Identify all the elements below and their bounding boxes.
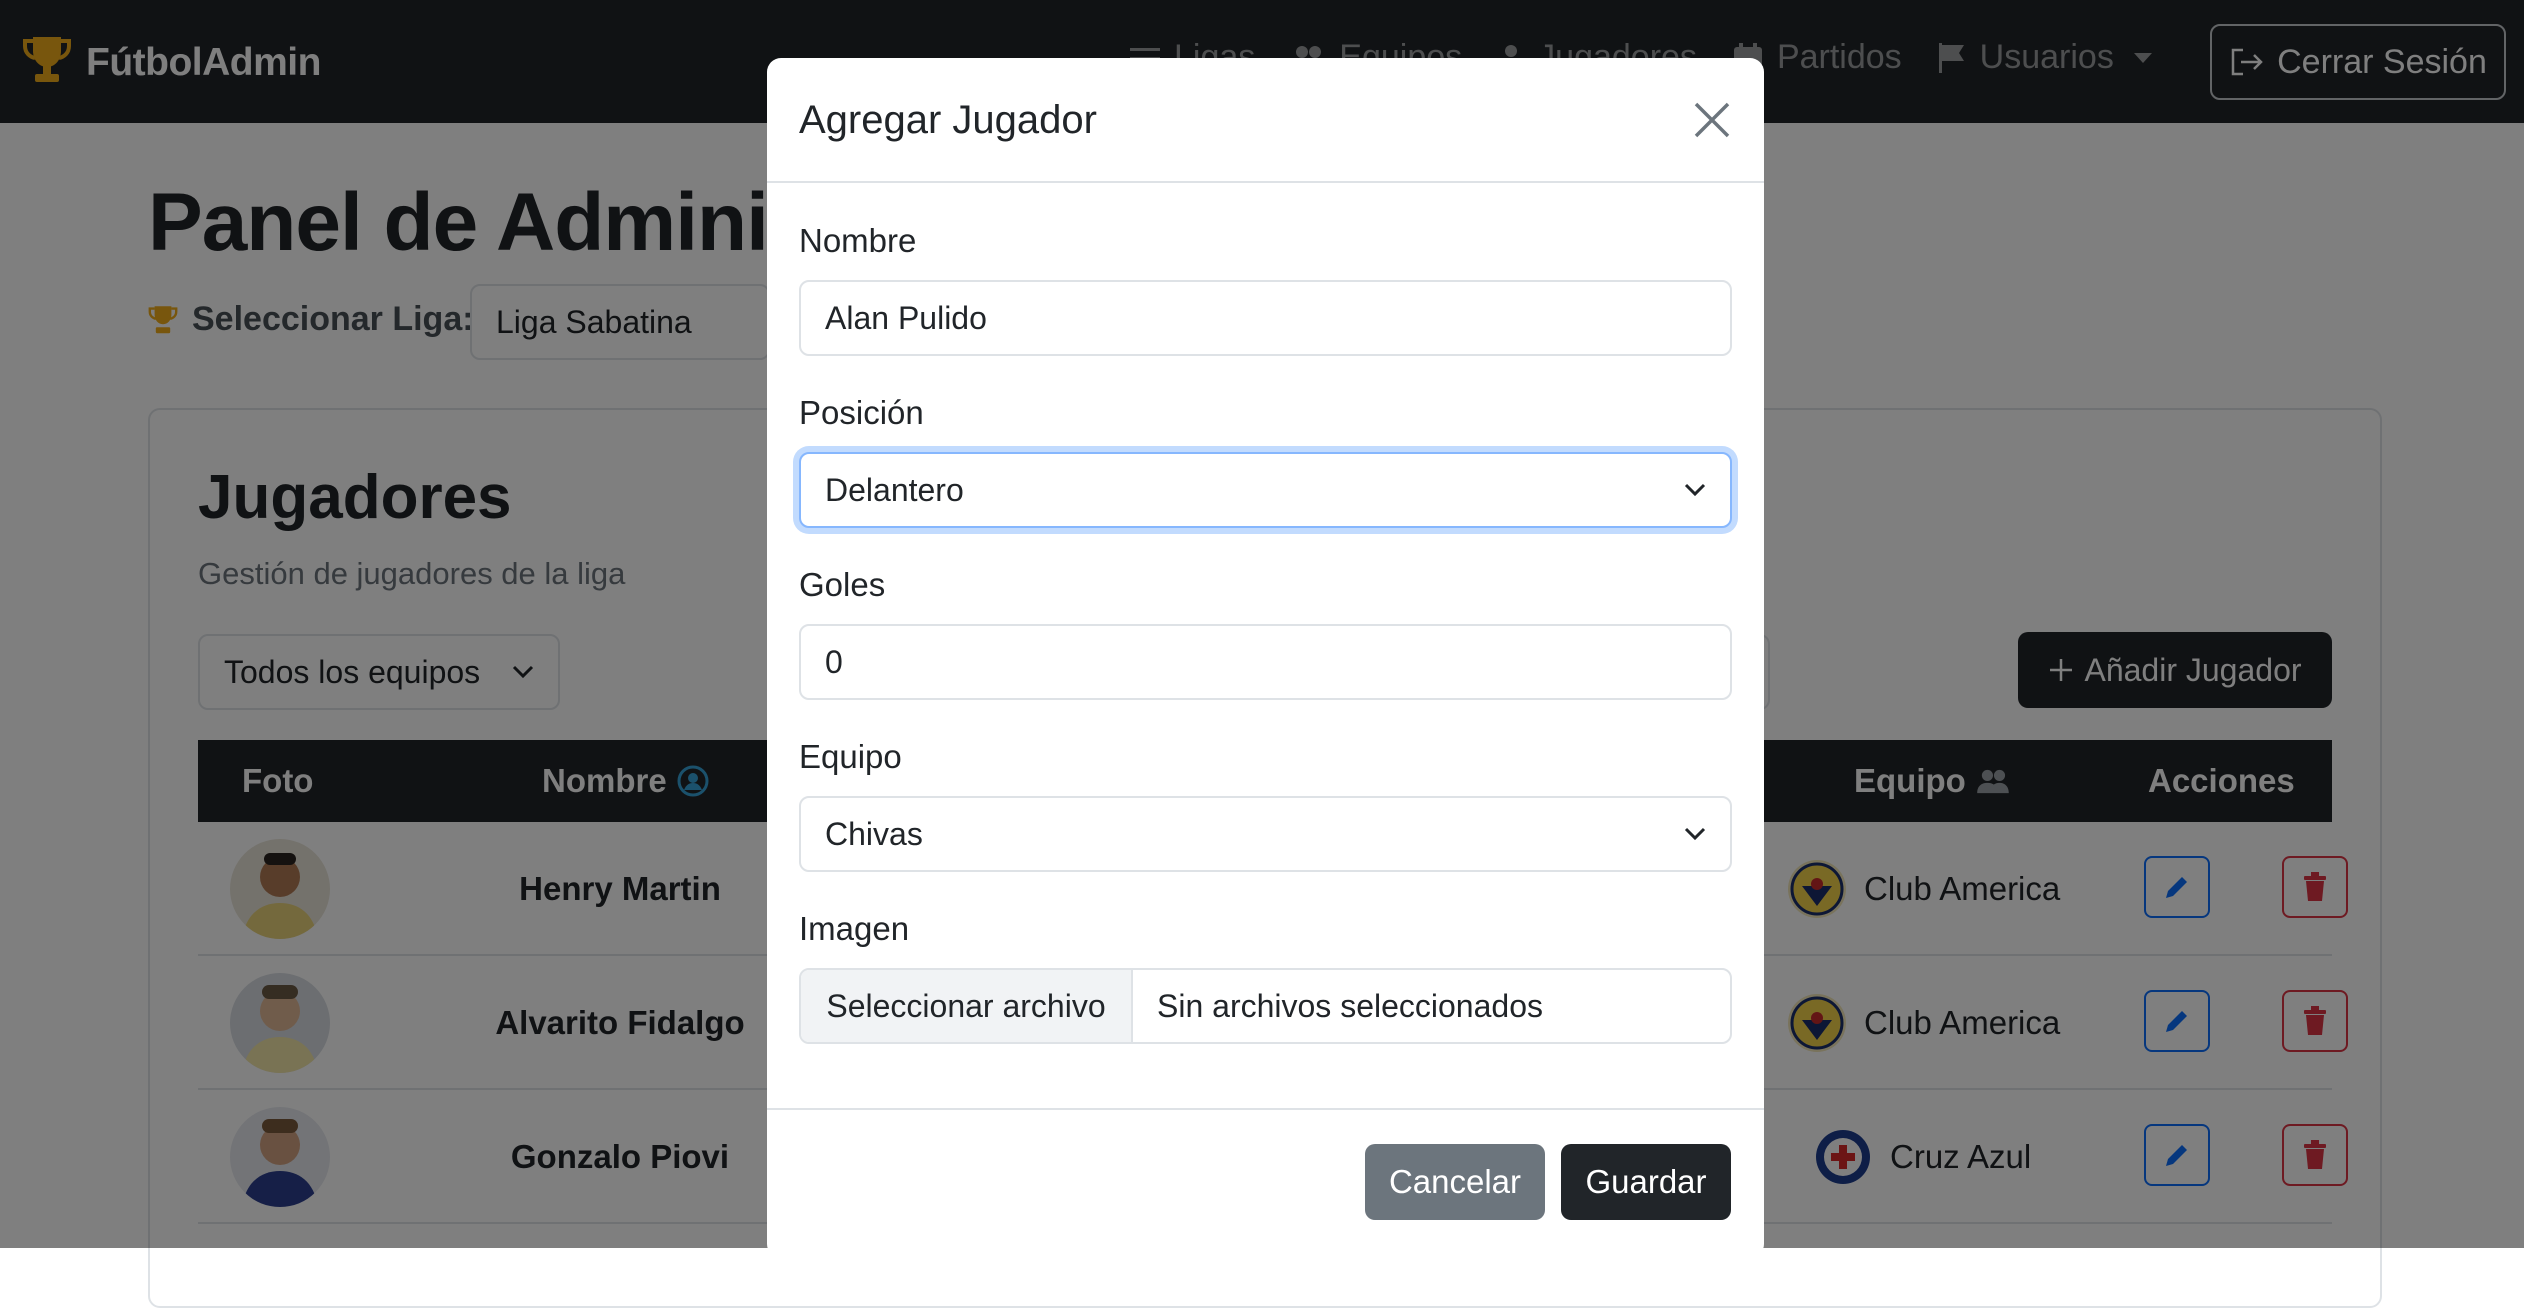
team-label: Equipo — [799, 738, 902, 775]
goals-input-value: 0 — [825, 643, 843, 680]
position-label: Posición — [799, 394, 924, 431]
save-button[interactable]: Guardar — [1561, 1144, 1731, 1220]
position-select[interactable]: Delantero — [799, 452, 1732, 528]
file-status: Sin archivos seleccionados — [1157, 987, 1543, 1024]
image-label: Imagen — [799, 910, 910, 947]
team-select-value: Chivas — [825, 815, 923, 852]
chevron-down-icon — [1684, 827, 1706, 841]
chevron-down-icon — [1684, 483, 1706, 497]
goals-input[interactable]: 0 — [799, 624, 1732, 700]
modal-title: Agregar Jugador — [799, 98, 1097, 142]
name-label: Nombre — [799, 222, 917, 259]
modal-header: Agregar Jugador — [767, 58, 1764, 183]
add-player-modal: Agregar Jugador Nombre Alan Pulido Posic… — [767, 58, 1764, 1258]
image-file-input[interactable]: Seleccionar archivo Sin archivos selecci… — [799, 968, 1732, 1044]
cancel-button[interactable]: Cancelar — [1365, 1144, 1545, 1220]
choose-file-button[interactable]: Seleccionar archivo — [801, 970, 1133, 1042]
close-button[interactable] — [1692, 100, 1732, 140]
name-input[interactable]: Alan Pulido — [799, 280, 1732, 356]
modal-footer: Cancelar Guardar — [767, 1108, 1764, 1258]
close-icon — [1694, 102, 1730, 138]
team-select[interactable]: Chivas — [799, 796, 1732, 872]
position-select-value: Delantero — [825, 471, 964, 508]
name-input-value: Alan Pulido — [825, 299, 987, 336]
goals-label: Goles — [799, 566, 886, 603]
